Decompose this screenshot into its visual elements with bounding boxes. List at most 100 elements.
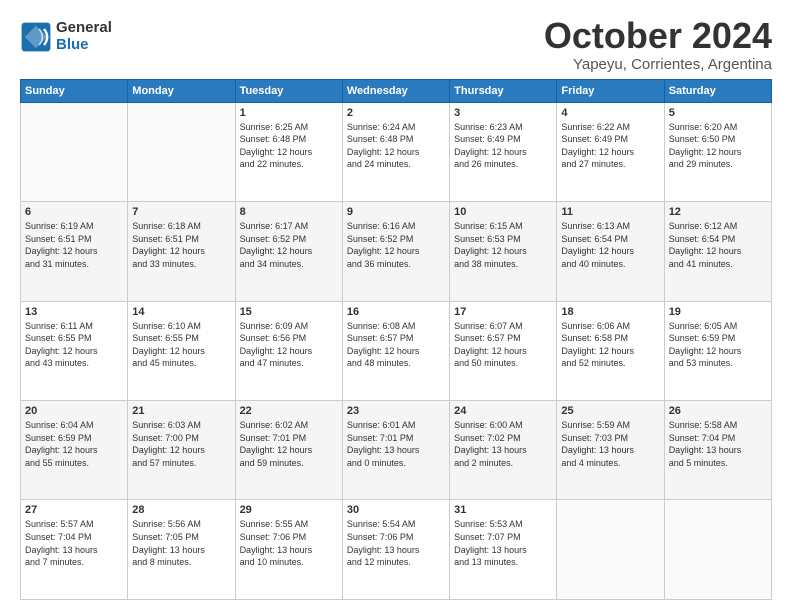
header-row: Sunday Monday Tuesday Wednesday Thursday… [21,79,772,102]
calendar-cell-4-1: 28 Sunrise: 5:56 AM Sunset: 7:05 PM Dayli… [128,500,235,600]
day-info: Sunrise: 6:09 AM Sunset: 6:56 PM Dayligh… [240,320,338,370]
calendar-cell-0-2: 1 Sunrise: 6:25 AM Sunset: 6:48 PM Daylig… [235,102,342,201]
header-sunday: Sunday [21,79,128,102]
calendar-cell-0-0 [21,102,128,201]
day-info: Sunrise: 6:13 AM Sunset: 6:54 PM Dayligh… [561,220,659,270]
day-info: Sunrise: 6:24 AM Sunset: 6:48 PM Dayligh… [347,121,445,171]
day-number: 13 [25,306,123,318]
month-title: October 2024 [544,16,772,56]
day-number: 21 [132,405,230,417]
day-number: 12 [669,206,767,218]
day-number: 25 [561,405,659,417]
calendar-cell-4-0: 27 Sunrise: 5:57 AM Sunset: 7:04 PM Dayli… [21,500,128,600]
day-number: 26 [669,405,767,417]
calendar-cell-1-6: 12 Sunrise: 6:12 AM Sunset: 6:54 PM Dayli… [664,202,771,301]
day-number: 3 [454,107,552,119]
calendar-cell-0-4: 3Sunrise: 6:23 AM Sunset: 6:49 PM Daylig… [450,102,557,201]
day-info: Sunrise: 5:54 AM Sunset: 7:06 PM Dayligh… [347,518,445,568]
title-section: October 2024 Yapeyu, Corrientes, Argenti… [544,16,772,73]
calendar-cell-2-0: 13 Sunrise: 6:11 AM Sunset: 6:55 PM Dayli… [21,301,128,400]
logo-icon [20,21,52,53]
header-wednesday: Wednesday [342,79,449,102]
calendar-page: General Blue October 2024 Yapeyu, Corrie… [0,0,792,612]
header-monday: Monday [128,79,235,102]
day-info: Sunrise: 6:05 AM Sunset: 6:59 PM Dayligh… [669,320,767,370]
day-info: Sunrise: 6:10 AM Sunset: 6:55 PM Dayligh… [132,320,230,370]
day-info: Sunrise: 5:56 AM Sunset: 7:05 PM Dayligh… [132,518,230,568]
calendar-cell-2-1: 14 Sunrise: 6:10 AM Sunset: 6:55 PM Dayli… [128,301,235,400]
day-number: 10 [454,206,552,218]
day-info: Sunrise: 5:53 AM Sunset: 7:07 PM Dayligh… [454,518,552,568]
calendar-cell-3-5: 25 Sunrise: 5:59 AM Sunset: 7:03 PM Dayli… [557,401,664,500]
week-row-1: 6Sunrise: 6:19 AM Sunset: 6:51 PM Daylig… [21,202,772,301]
day-info: Sunrise: 6:25 AM Sunset: 6:48 PM Dayligh… [240,121,338,171]
header: General Blue October 2024 Yapeyu, Corrie… [20,16,772,73]
day-number: 16 [347,306,445,318]
calendar-cell-4-4: 31Sunrise: 5:53 AM Sunset: 7:07 PM Dayli… [450,500,557,600]
calendar-cell-1-5: 11 Sunrise: 6:13 AM Sunset: 6:54 PM Dayli… [557,202,664,301]
calendar-cell-3-1: 21 Sunrise: 6:03 AM Sunset: 7:00 PM Dayli… [128,401,235,500]
day-number: 9 [347,206,445,218]
calendar-cell-2-2: 15 Sunrise: 6:09 AM Sunset: 6:56 PM Dayli… [235,301,342,400]
calendar-cell-0-6: 5Sunrise: 6:20 AM Sunset: 6:50 PM Daylig… [664,102,771,201]
calendar-cell-1-4: 10Sunrise: 6:15 AM Sunset: 6:53 PM Dayli… [450,202,557,301]
day-info: Sunrise: 6:11 AM Sunset: 6:55 PM Dayligh… [25,320,123,370]
calendar-cell-3-6: 26Sunrise: 5:58 AM Sunset: 7:04 PM Dayli… [664,401,771,500]
day-number: 28 [132,504,230,516]
day-info: Sunrise: 6:02 AM Sunset: 7:01 PM Dayligh… [240,419,338,469]
calendar-cell-4-2: 29Sunrise: 5:55 AM Sunset: 7:06 PM Dayli… [235,500,342,600]
header-tuesday: Tuesday [235,79,342,102]
day-number: 30 [347,504,445,516]
calendar-cell-0-5: 4 Sunrise: 6:22 AM Sunset: 6:49 PM Daylig… [557,102,664,201]
calendar-cell-3-3: 23Sunrise: 6:01 AM Sunset: 7:01 PM Dayli… [342,401,449,500]
day-number: 27 [25,504,123,516]
day-info: Sunrise: 6:08 AM Sunset: 6:57 PM Dayligh… [347,320,445,370]
day-number: 2 [347,107,445,119]
calendar-cell-3-4: 24 Sunrise: 6:00 AM Sunset: 7:02 PM Dayli… [450,401,557,500]
day-info: Sunrise: 5:57 AM Sunset: 7:04 PM Dayligh… [25,518,123,568]
day-number: 23 [347,405,445,417]
day-number: 20 [25,405,123,417]
day-info: Sunrise: 6:18 AM Sunset: 6:51 PM Dayligh… [132,220,230,270]
week-row-0: 1 Sunrise: 6:25 AM Sunset: 6:48 PM Daylig… [21,102,772,201]
logo-text: General Blue [56,20,112,53]
calendar-cell-4-5 [557,500,664,600]
week-row-2: 13 Sunrise: 6:11 AM Sunset: 6:55 PM Dayli… [21,301,772,400]
calendar-cell-1-1: 7 Sunrise: 6:18 AM Sunset: 6:51 PM Daylig… [128,202,235,301]
logo-general: General [56,20,112,37]
day-number: 5 [669,107,767,119]
day-number: 7 [132,206,230,218]
calendar-cell-0-1 [128,102,235,201]
day-number: 1 [240,107,338,119]
calendar-cell-1-2: 8 Sunrise: 6:17 AM Sunset: 6:52 PM Daylig… [235,202,342,301]
day-info: Sunrise: 6:06 AM Sunset: 6:58 PM Dayligh… [561,320,659,370]
day-info: Sunrise: 5:59 AM Sunset: 7:03 PM Dayligh… [561,419,659,469]
day-info: Sunrise: 5:55 AM Sunset: 7:06 PM Dayligh… [240,518,338,568]
day-number: 15 [240,306,338,318]
day-number: 17 [454,306,552,318]
day-number: 18 [561,306,659,318]
calendar-cell-2-5: 18 Sunrise: 6:06 AM Sunset: 6:58 PM Dayli… [557,301,664,400]
day-info: Sunrise: 6:03 AM Sunset: 7:00 PM Dayligh… [132,419,230,469]
day-info: Sunrise: 6:00 AM Sunset: 7:02 PM Dayligh… [454,419,552,469]
header-friday: Friday [557,79,664,102]
week-row-4: 27 Sunrise: 5:57 AM Sunset: 7:04 PM Dayli… [21,500,772,600]
calendar-cell-2-6: 19 Sunrise: 6:05 AM Sunset: 6:59 PM Dayli… [664,301,771,400]
header-saturday: Saturday [664,79,771,102]
subtitle: Yapeyu, Corrientes, Argentina [544,56,772,73]
day-info: Sunrise: 6:12 AM Sunset: 6:54 PM Dayligh… [669,220,767,270]
day-number: 22 [240,405,338,417]
day-number: 4 [561,107,659,119]
day-info: Sunrise: 6:04 AM Sunset: 6:59 PM Dayligh… [25,419,123,469]
day-number: 19 [669,306,767,318]
day-info: Sunrise: 6:22 AM Sunset: 6:49 PM Dayligh… [561,121,659,171]
calendar-cell-1-0: 6Sunrise: 6:19 AM Sunset: 6:51 PM Daylig… [21,202,128,301]
calendar-cell-2-4: 17Sunrise: 6:07 AM Sunset: 6:57 PM Dayli… [450,301,557,400]
day-number: 14 [132,306,230,318]
day-number: 8 [240,206,338,218]
day-info: Sunrise: 6:17 AM Sunset: 6:52 PM Dayligh… [240,220,338,270]
calendar-cell-3-2: 22 Sunrise: 6:02 AM Sunset: 7:01 PM Dayli… [235,401,342,500]
day-number: 24 [454,405,552,417]
day-info: Sunrise: 6:16 AM Sunset: 6:52 PM Dayligh… [347,220,445,270]
day-number: 11 [561,206,659,218]
